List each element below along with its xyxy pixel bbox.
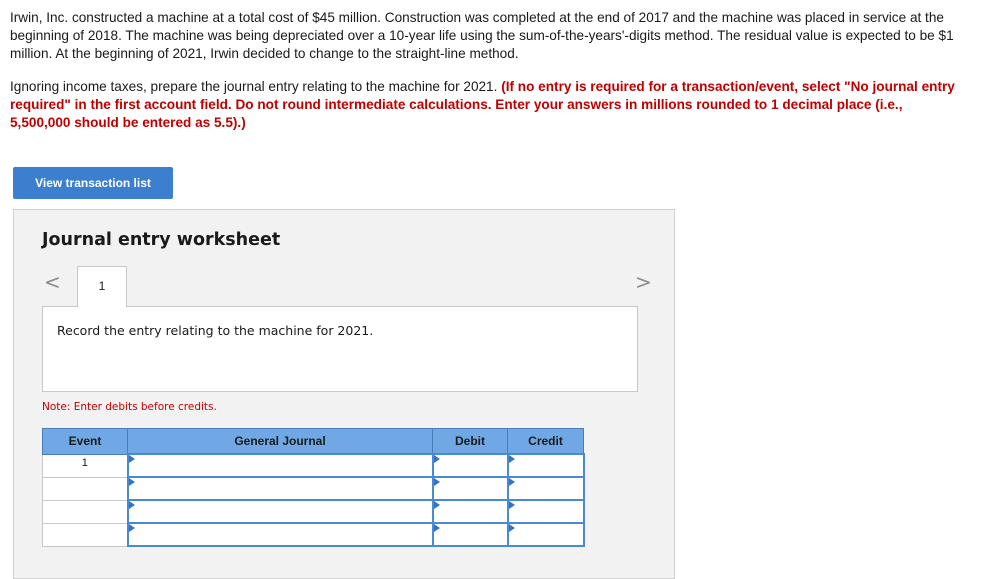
entry-instruction-box: Record the entry relating to the machine… <box>42 306 638 392</box>
credit-input[interactable] <box>506 476 585 501</box>
worksheet-tab-1[interactable]: 1 <box>77 266 127 307</box>
credit-input[interactable] <box>506 499 585 524</box>
debit-input[interactable] <box>431 453 509 478</box>
debit-input[interactable] <box>431 499 509 524</box>
question-paragraph-1: Irwin, Inc. constructed a machine at a t… <box>10 10 954 61</box>
credit-input[interactable] <box>506 522 585 547</box>
header-credit: Credit <box>507 428 584 455</box>
journal-header-row: Event General Journal Debit Credit <box>42 428 584 455</box>
table-row <box>42 476 585 501</box>
chevron-left-icon[interactable]: < <box>44 272 61 292</box>
account-dropdown[interactable] <box>126 522 434 547</box>
debit-input[interactable] <box>431 476 509 501</box>
debit-input[interactable] <box>431 522 509 547</box>
question-paragraph-2: Ignoring income taxes, prepare the journ… <box>10 78 960 132</box>
header-general-journal: General Journal <box>127 428 433 455</box>
table-row <box>42 499 585 524</box>
header-event: Event <box>42 428 128 455</box>
view-transaction-list-button[interactable]: View transaction list <box>13 167 173 199</box>
question-text: Irwin, Inc. constructed a machine at a t… <box>10 9 960 132</box>
journal-entry-worksheet: Journal entry worksheet < > 1 Record the… <box>13 209 675 579</box>
table-row <box>42 522 585 547</box>
debit-credit-note: Note: Enter debits before credits. <box>42 401 217 413</box>
account-dropdown[interactable] <box>126 476 434 501</box>
event-cell <box>42 522 128 547</box>
account-dropdown[interactable] <box>126 499 434 524</box>
account-dropdown[interactable] <box>126 453 434 478</box>
table-row: 1 <box>42 453 585 478</box>
worksheet-title: Journal entry worksheet <box>42 230 281 250</box>
question-instruction: Ignoring income taxes, prepare the journ… <box>10 79 502 94</box>
journal-table: Event General Journal Debit Credit 1 <box>42 428 585 547</box>
header-debit: Debit <box>432 428 508 455</box>
event-cell <box>42 476 128 501</box>
entry-instruction-text: Record the entry relating to the machine… <box>57 323 374 338</box>
event-cell: 1 <box>42 453 128 478</box>
chevron-right-icon[interactable]: > <box>635 272 652 292</box>
credit-input[interactable] <box>506 453 585 478</box>
event-cell <box>42 499 128 524</box>
